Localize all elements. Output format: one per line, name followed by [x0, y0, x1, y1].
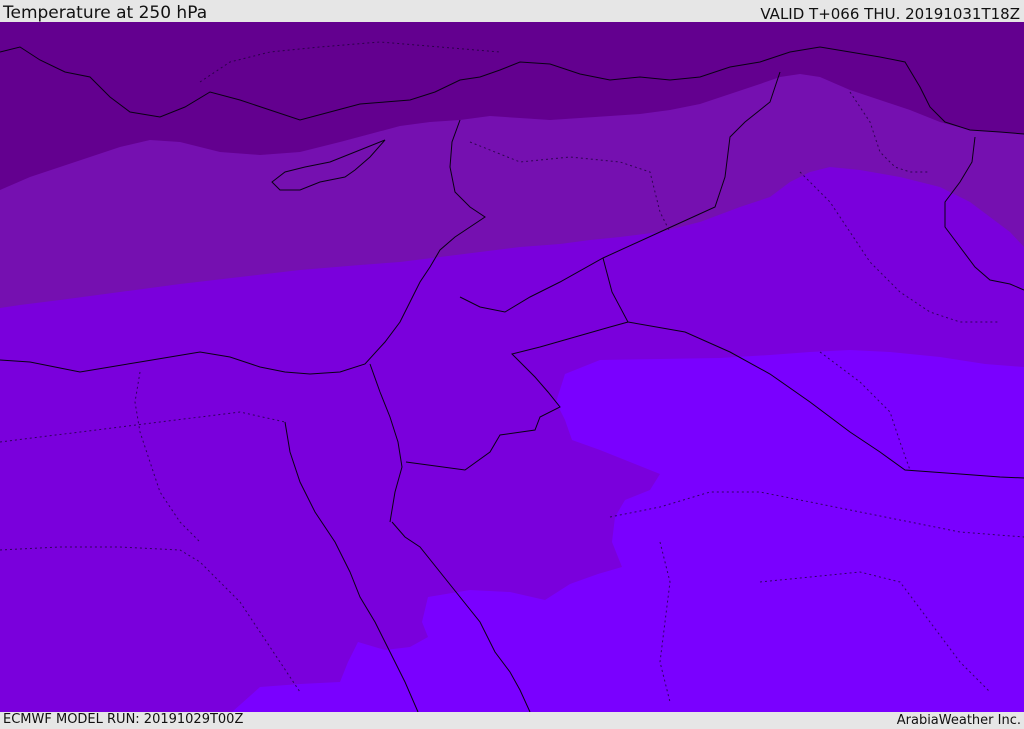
temperature-map-svg: [0, 22, 1024, 712]
footer-bar: ECMWF MODEL RUN: 20191029T00Z ArabiaWeat…: [0, 712, 1024, 729]
valid-time: VALID T+066 THU. 20191031T18Z: [760, 5, 1020, 23]
map-canvas: [0, 22, 1024, 712]
header-bar: Temperature at 250 hPa VALID T+066 THU. …: [0, 0, 1024, 23]
credit-label: ArabiaWeather Inc.: [896, 713, 1021, 728]
map-frame: Temperature at 250 hPa VALID T+066 THU. …: [0, 0, 1024, 729]
map-title: Temperature at 250 hPa: [3, 3, 208, 23]
model-run-label: ECMWF MODEL RUN: 20191029T00Z: [3, 712, 244, 727]
